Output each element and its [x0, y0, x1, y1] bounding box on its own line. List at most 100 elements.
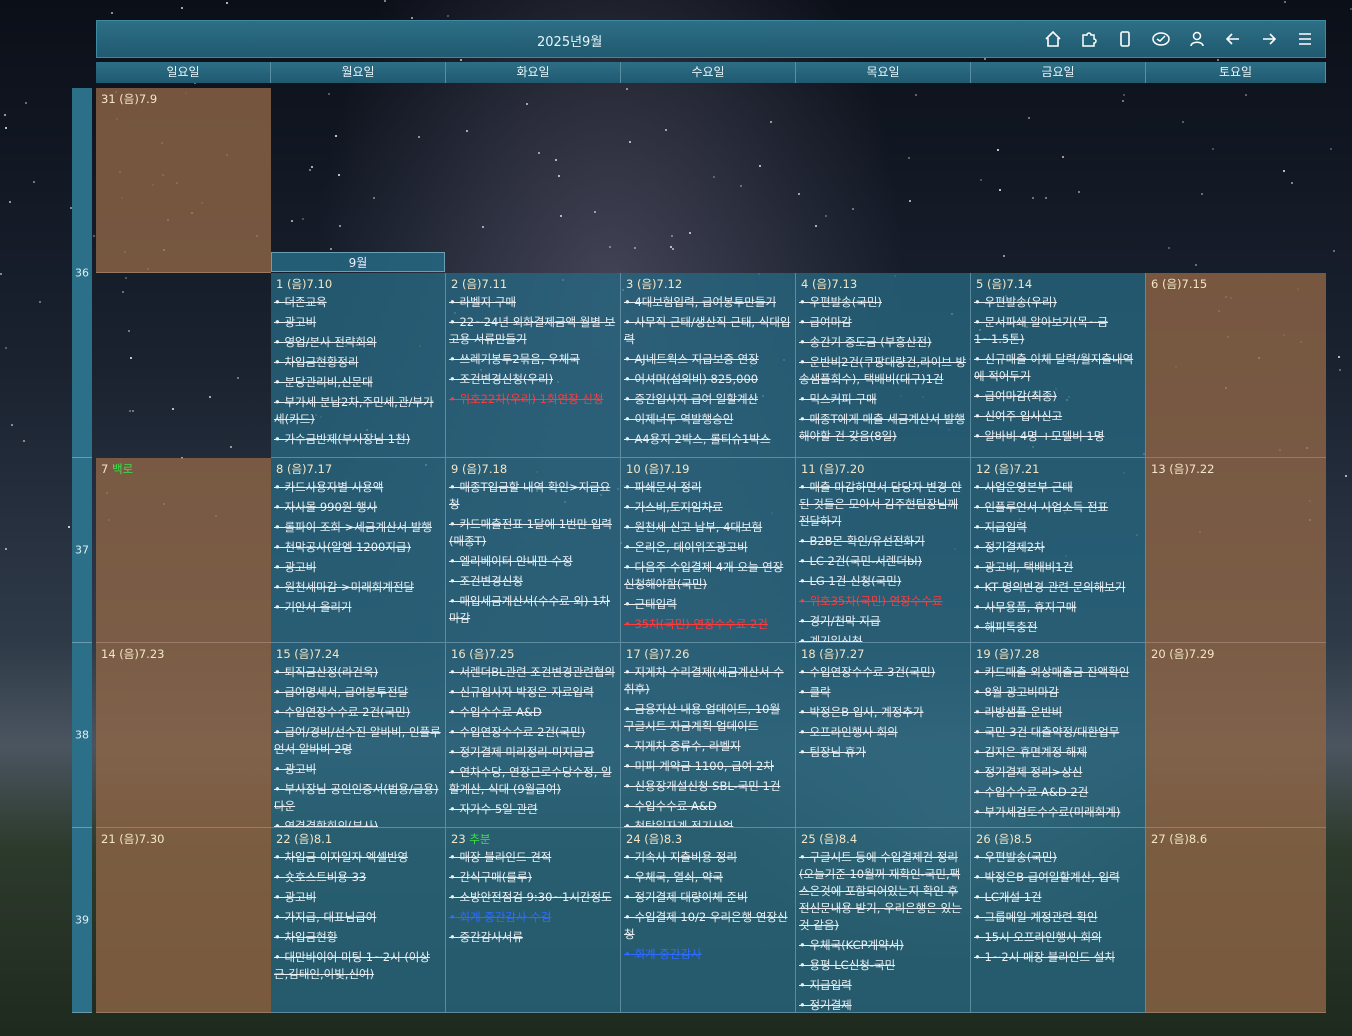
day-cell[interactable]: 21 (음)7.30: [96, 828, 271, 1013]
event-item[interactable]: • 우편발송(국민): [974, 849, 1143, 866]
day-cell[interactable]: 6 (음)7.15: [1146, 273, 1326, 458]
event-item[interactable]: • LC 2건(국민-서렌더bl): [799, 553, 968, 570]
event-item[interactable]: • 위호22차(우리) 1회연장 신청: [449, 391, 618, 408]
event-item[interactable]: • 문서파쇄 알아보기(목~금 1~1.5톤): [974, 314, 1143, 348]
event-item[interactable]: • 중간감사서류: [449, 929, 618, 946]
day-cell[interactable]: 9 (음)7.18 • 매종T입금할 내역 확인>지급요청 • 카드매출전표 1달에…: [446, 458, 621, 643]
event-item[interactable]: • 지급입력: [799, 977, 968, 994]
phone-icon[interactable]: [1111, 27, 1139, 51]
event-item[interactable]: • 서렌더BL관련 조건변경관련협의: [449, 664, 618, 681]
event-item[interactable]: • 차입금현황정리: [274, 354, 443, 371]
event-item[interactable]: • 소방안전점검 9:30~1시간정도: [449, 889, 618, 906]
menu-icon[interactable]: [1291, 27, 1319, 51]
event-item[interactable]: • 천막공사(알엠 1200지급): [274, 539, 443, 556]
day-cell[interactable]: 16 (음)7.25 • 서렌더BL관련 조건변경관련협의 • 신규입사자 박정은 …: [446, 643, 621, 828]
event-item[interactable]: • A4용지 2박스, 롤티슈1박스: [624, 431, 793, 448]
event-item[interactable]: • 기안서 올리기: [274, 599, 443, 616]
cloud-check-icon[interactable]: [1147, 27, 1175, 51]
event-item[interactable]: • 신여주 입사신고: [974, 408, 1143, 425]
event-item[interactable]: • 그룹메일 계정관련 확인: [974, 909, 1143, 926]
event-item[interactable]: • 더존교육: [274, 294, 443, 311]
event-item[interactable]: • 우체국, 열쇠, 약국: [624, 869, 793, 886]
event-item[interactable]: • 퇴직금산정(라건욱): [274, 664, 443, 681]
day-cell[interactable]: 12 (음)7.21 • 사업운영본부 근태 • 인플루언서 사업소득 전표 • 지급…: [971, 458, 1146, 643]
event-item[interactable]: • 수입결제 10/2 우리은행 연장신청: [624, 909, 793, 943]
event-item[interactable]: • 박정은B 급여일할계산, 입력: [974, 869, 1143, 886]
event-item[interactable]: • 매출 마감하면서 담당자 변경 안된 것들은 모아서 김주현팀장님께 전달하…: [799, 479, 968, 530]
event-item[interactable]: • 정기결제2차: [974, 539, 1143, 556]
day-cell[interactable]: 13 (음)7.22: [1146, 458, 1326, 643]
event-item[interactable]: • 해피톡충전: [974, 619, 1143, 636]
day-cell[interactable]: 3 (음)7.12 • 4대보험입력, 급여봉투만들기 • 사무직 근태/생산직 근…: [621, 273, 796, 458]
day-cell[interactable]: 1 (음)7.10 • 더존교육 • 광고비 • 영업/본사 전략회의 • 차입금현황정…: [271, 273, 446, 458]
event-item[interactable]: • 계기일신청: [799, 633, 968, 642]
event-item[interactable]: • 정기결제: [799, 997, 968, 1012]
event-item[interactable]: • 매종T에게 매출 세금계산서 발행해야할 건 갖음(8일): [799, 411, 968, 445]
event-item[interactable]: • 정기결제 대량이체 준비: [624, 889, 793, 906]
event-item[interactable]: • 급여마감: [799, 314, 968, 331]
home-icon[interactable]: [1039, 27, 1067, 51]
event-item[interactable]: • 사무용품, 휴지구매: [974, 599, 1143, 616]
day-cell[interactable]: 26 (음)8.5 • 우편발송(국민) • 박정은B 급여일할계산, 입력 • LC…: [971, 828, 1146, 1013]
event-item[interactable]: • 수입수수료 A&D: [449, 704, 618, 721]
event-item[interactable]: • 가스비,토지임차료: [624, 499, 793, 516]
event-item[interactable]: • 원천세마감 >미래회계전달: [274, 579, 443, 596]
event-item[interactable]: • 가지급, 대표님급여: [274, 909, 443, 926]
event-item[interactable]: • 부가세검토수수료(미래회계): [974, 804, 1143, 821]
day-cell[interactable]: 25 (음)8.4 • 구글시트 등에 수입결제건 정리(오늘기준 10월꺼 재확…: [796, 828, 971, 1013]
event-item[interactable]: • 파쇄문서 정리: [624, 479, 793, 496]
day-cell[interactable]: 8 (음)7.17 • 카드사용자별 사용액 • 자사몰 990원 행사 • 롤파이 …: [271, 458, 446, 643]
event-item[interactable]: • 부가세 분납2차,주민세,관/부가세(카드): [274, 394, 443, 428]
event-item[interactable]: • 중간입사자 급여 일할계산: [624, 391, 793, 408]
event-item[interactable]: • 지게차 수리결제(세금계산서 수취후): [624, 664, 793, 698]
event-item[interactable]: • 롤파이 조회 >세금계산서 발행: [274, 519, 443, 536]
event-item[interactable]: • 구글시트 등에 수입결제건 정리(오늘기준 10월꺼 재확인-국민,팩스온것…: [799, 849, 968, 934]
event-item[interactable]: • 정기결제 정리>상신: [974, 764, 1143, 781]
event-item[interactable]: • 35차(국민) 연장수수료 2건: [624, 616, 793, 633]
event-item[interactable]: • 8월 광고비마감: [974, 684, 1143, 701]
event-item[interactable]: • 사업운영본부 근태: [974, 479, 1143, 496]
day-cell[interactable]: 2 (음)7.11 • 라벨지 구매 • 22~24년 외화결제금액 월별 보고용 …: [446, 273, 621, 458]
event-item[interactable]: • 자사몰 990원 행사: [274, 499, 443, 516]
event-item[interactable]: • 경기/천막 지급: [799, 613, 968, 630]
event-item[interactable]: • 급여명세서, 급여봉투전달: [274, 684, 443, 701]
event-item[interactable]: • 용평 LC신청-국민: [799, 957, 968, 974]
event-item[interactable]: • 팀장님 휴가: [799, 744, 968, 761]
event-item[interactable]: • 숏호스트비용 33: [274, 869, 443, 886]
event-item[interactable]: • 김지은 휴면계정 해제: [974, 744, 1143, 761]
event-item[interactable]: • 연차수당, 연장근로수당수정, 일할계산, 식대 (9월급여): [449, 764, 618, 798]
event-item[interactable]: • 22~24년 외화결제금액 월별 보고용 서류만들기: [449, 314, 618, 348]
event-item[interactable]: • B2B몬 확인/유선전화기: [799, 533, 968, 550]
day-cell[interactable]: 4 (음)7.13 • 우편발송(국민) • 급여마감 • 송간기 중도금 (부흥산전…: [796, 273, 971, 458]
day-cell[interactable]: 18 (음)7.27 • 수입연장수수료 3건(국민) • 클락 • 박정은B 입사,…: [796, 643, 971, 828]
event-item[interactable]: • 영업/본사 전략회의: [274, 334, 443, 351]
event-item[interactable]: • 수입연장수수료 2건(국민): [449, 724, 618, 741]
event-item[interactable]: • 원천세 신고 납부, 4대보험: [624, 519, 793, 536]
event-item[interactable]: • 신용장개설신청 SBL-국민 1건: [624, 778, 793, 795]
event-item[interactable]: • LC개설 1건: [974, 889, 1143, 906]
event-item[interactable]: • 1~2시 매장 블라인드 설치: [974, 949, 1143, 966]
event-item[interactable]: • 가수금반제(부사장님 1천): [274, 431, 443, 448]
event-item[interactable]: • 기속사 지출비용 정리: [624, 849, 793, 866]
event-item[interactable]: • 회계 중간감사: [624, 946, 793, 963]
event-item[interactable]: • 차입금 이자일자 엑셀반영: [274, 849, 443, 866]
event-item[interactable]: • 수입연장수수료 2건(국민): [274, 704, 443, 721]
day-cell[interactable]: 23 추분 • 매장 블라인드 견적 • 간식구매(룰루) • 소방안전점검 9:30…: [446, 828, 621, 1013]
event-item[interactable]: • 카드매출 외상매출금 잔액확인: [974, 664, 1143, 681]
event-item[interactable]: • KT 명의변경 관련 문의해보기: [974, 579, 1143, 596]
event-item[interactable]: • 우편발송(국민): [799, 294, 968, 311]
event-item[interactable]: • 신규입사자 박정은 자료입력: [449, 684, 618, 701]
arrow-right-icon[interactable]: [1255, 27, 1283, 51]
event-item[interactable]: • 4대보험입력, 급여봉투만들기: [624, 294, 793, 311]
puzzle-icon[interactable]: [1075, 27, 1103, 51]
day-cell[interactable]: 15 (음)7.24 • 퇴직금산정(라건욱) • 급여명세서, 급여봉투전달 • 수…: [271, 643, 446, 828]
event-item[interactable]: • 어셔머(섭외비) 825,000: [624, 371, 793, 388]
event-item[interactable]: • 매장 블라인드 견적: [449, 849, 618, 866]
event-item[interactable]: • 지급입력: [974, 519, 1143, 536]
event-item[interactable]: • 오프라인행사 회의: [799, 724, 968, 741]
event-item[interactable]: • 조건변경신청: [449, 573, 618, 590]
event-item[interactable]: • 회계 중간감사 수검: [449, 909, 618, 926]
day-cell[interactable]: 17 (음)7.26 • 지게차 수리결제(세금계산서 수취후) • 금융자산 내용…: [621, 643, 796, 828]
day-cell[interactable]: 20 (음)7.29: [1146, 643, 1326, 828]
event-item[interactable]: • 위호35차(국민) 연장수수료: [799, 593, 968, 610]
